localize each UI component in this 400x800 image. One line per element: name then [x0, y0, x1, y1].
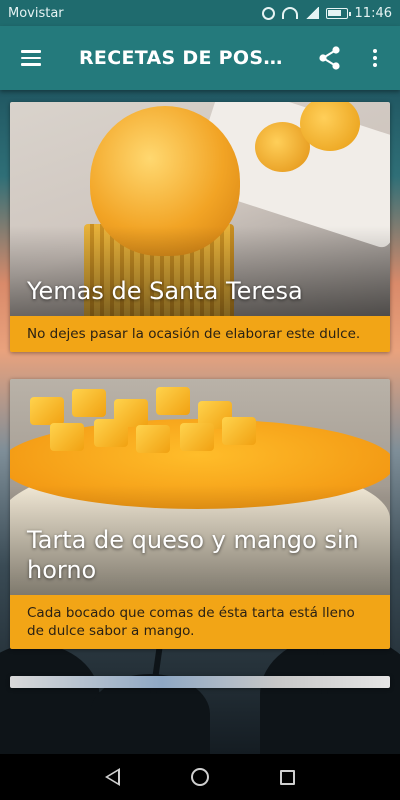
- carrier-name: Movistar: [8, 5, 64, 21]
- app-bar: RECETAS DE POST…: [0, 26, 400, 90]
- status-icons: 11:46: [261, 5, 392, 21]
- hamburger-menu-icon[interactable]: [0, 26, 62, 90]
- cell-signal-icon: [304, 7, 319, 19]
- system-nav-bar: [0, 754, 400, 800]
- recipe-title: Yemas de Santa Teresa: [27, 277, 303, 305]
- recipe-photo: Yemas de Santa Teresa: [10, 102, 390, 316]
- page-title: RECETAS DE POST…: [79, 47, 287, 69]
- alarm-icon: [261, 6, 275, 20]
- status-time: 11:46: [354, 5, 392, 21]
- recipe-card-partial[interactable]: [10, 676, 390, 688]
- recipe-card-yemas[interactable]: Yemas de Santa Teresa No dejes pasar la …: [10, 102, 390, 352]
- more-vert-icon[interactable]: [360, 40, 390, 76]
- share-icon[interactable]: [312, 40, 348, 76]
- recipe-description: No dejes pasar la ocasión de elaborar es…: [10, 316, 390, 352]
- status-bar: Movistar 11:46: [0, 0, 400, 26]
- recents-square-icon[interactable]: [279, 769, 295, 785]
- wifi-icon: [281, 7, 298, 19]
- recipe-description: Cada bocado que comas de ésta tarta está…: [10, 595, 390, 649]
- battery-icon: [325, 7, 351, 19]
- home-circle-icon[interactable]: [190, 768, 209, 786]
- recipe-card-tarta-mango[interactable]: Tarta de queso y mango sin horno Cada bo…: [10, 379, 390, 649]
- recipe-title: Tarta de queso y mango sin horno: [27, 526, 359, 584]
- back-triangle-icon[interactable]: [105, 768, 121, 786]
- recipe-photo: Tarta de queso y mango sin horno: [10, 379, 390, 595]
